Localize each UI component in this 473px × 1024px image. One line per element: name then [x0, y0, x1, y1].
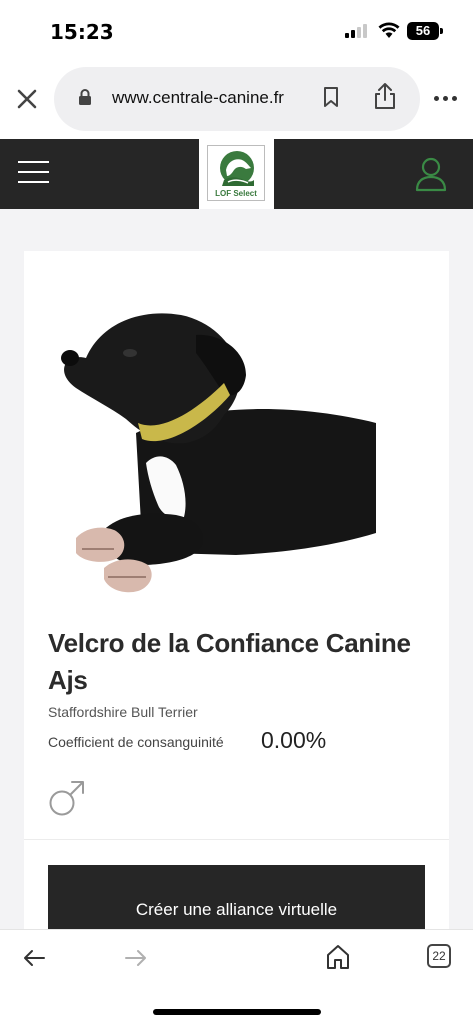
battery-icon: 56: [407, 22, 439, 40]
male-symbol-icon: [49, 781, 84, 816]
dog-profile-card: Velcro de la Confiance Canine Ajs Staffo…: [24, 251, 449, 929]
url-text[interactable]: www.centrale-canine.fr: [112, 88, 284, 108]
lof-select-logo: LOF Select: [207, 145, 265, 201]
close-icon[interactable]: [14, 86, 40, 112]
bookmark-icon[interactable]: [322, 86, 340, 108]
logo-caption: LOF Select: [215, 189, 257, 198]
status-time: 15:23: [50, 20, 114, 44]
tabs-count-button[interactable]: 22: [427, 944, 451, 968]
browser-url-row: www.centrale-canine.fr: [0, 62, 473, 138]
dog-breed: Staffordshire Bull Terrier: [48, 704, 198, 720]
cellular-signal-icon: [345, 24, 371, 38]
home-indicator: [153, 1009, 321, 1015]
browser-toolbar: 22: [0, 929, 473, 1024]
dog-photo: [61, 313, 376, 593]
card-divider: [24, 839, 449, 840]
more-options-icon[interactable]: [432, 90, 460, 110]
user-account-icon[interactable]: [414, 155, 448, 193]
share-icon[interactable]: [372, 81, 398, 111]
inbreeding-coefficient-label: Coefficient de consanguinité: [48, 734, 224, 750]
forward-arrow-icon[interactable]: [124, 948, 148, 968]
status-bar: 15:23 56: [0, 0, 473, 62]
lock-icon: [79, 89, 91, 105]
hamburger-menu-icon[interactable]: [18, 161, 50, 183]
dog-name-title: Velcro de la Confiance Canine Ajs: [48, 628, 411, 695]
back-arrow-icon[interactable]: [22, 948, 46, 968]
battery-tip: [440, 28, 443, 34]
address-bar[interactable]: www.centrale-canine.fr: [54, 67, 420, 131]
site-header: LOF Select: [0, 139, 473, 209]
inbreeding-coefficient-value: 0.00%: [261, 727, 327, 753]
home-icon[interactable]: [326, 944, 350, 970]
wifi-icon: [378, 22, 400, 38]
dog-head-logo-icon: [220, 151, 254, 186]
page-content: Velcro de la Confiance Canine Ajs Staffo…: [0, 209, 473, 929]
create-virtual-alliance-button[interactable]: Créer une alliance virtuelle: [48, 865, 425, 929]
site-logo[interactable]: LOF Select: [199, 139, 274, 209]
